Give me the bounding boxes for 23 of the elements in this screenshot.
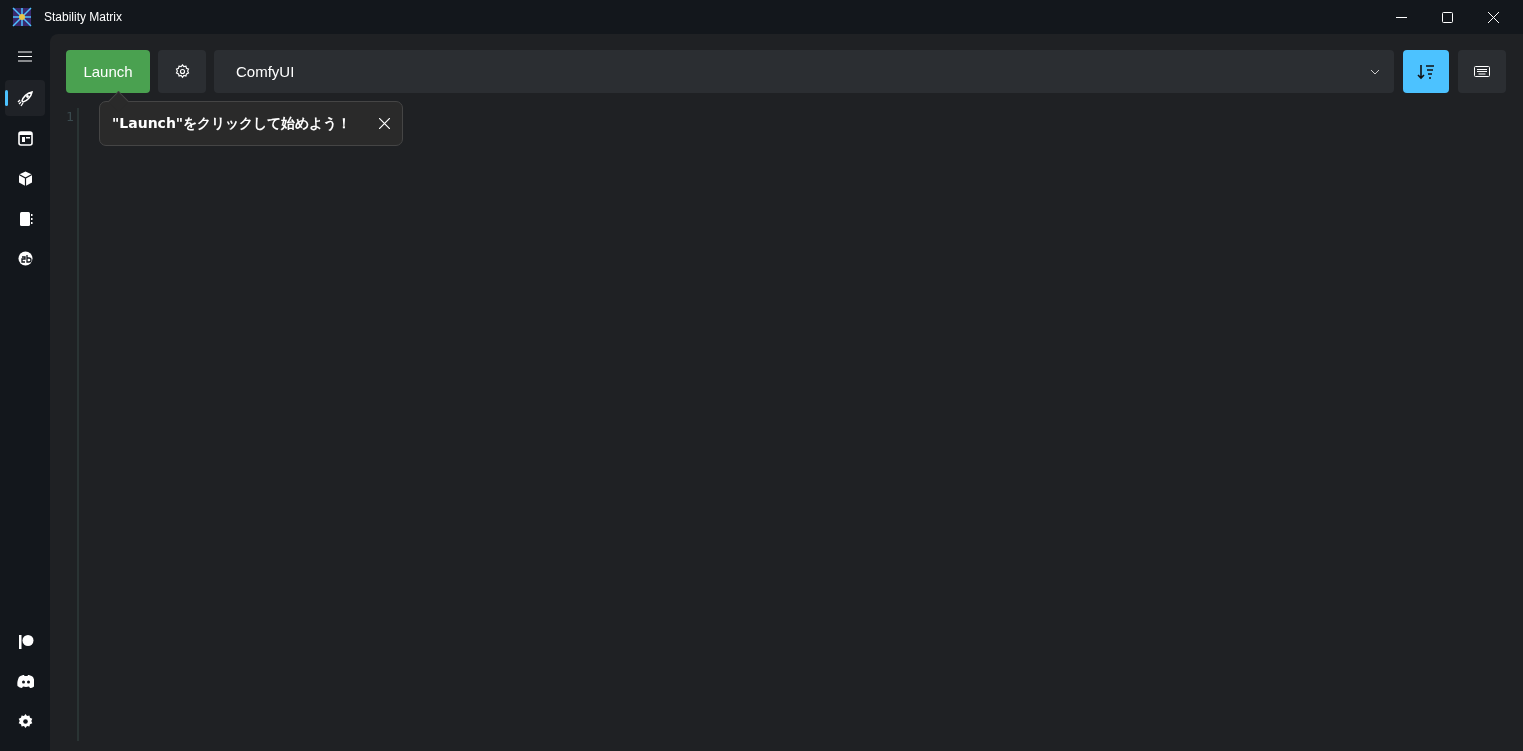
menu-icon — [18, 50, 32, 62]
maximize-icon — [1441, 11, 1453, 23]
patreon-icon — [16, 632, 34, 650]
discord-icon — [16, 672, 34, 690]
package-dropdown[interactable]: ComfyUI — [214, 50, 1394, 93]
settings-button[interactable] — [158, 50, 206, 93]
keyboard-button[interactable] — [1458, 50, 1506, 93]
chevron-down-icon — [1370, 68, 1380, 75]
close-button[interactable] — [379, 118, 390, 129]
keyboard-icon — [1474, 66, 1490, 77]
settings-icon — [174, 64, 190, 79]
tip-text: "Launch"をクリックして始めよう！ — [112, 114, 352, 133]
settings-icon — [16, 712, 34, 730]
close-icon — [1487, 11, 1499, 23]
sort-descending-icon — [1417, 63, 1435, 80]
app-logo-icon — [12, 7, 32, 27]
nav-item[interactable] — [5, 80, 45, 116]
window-title: Stability Matrix — [44, 10, 123, 24]
rocket-icon — [16, 89, 34, 107]
window-layout-icon — [16, 129, 34, 147]
package-box-icon — [16, 169, 34, 187]
close-icon — [379, 118, 390, 129]
sort-button[interactable] — [1403, 50, 1449, 93]
